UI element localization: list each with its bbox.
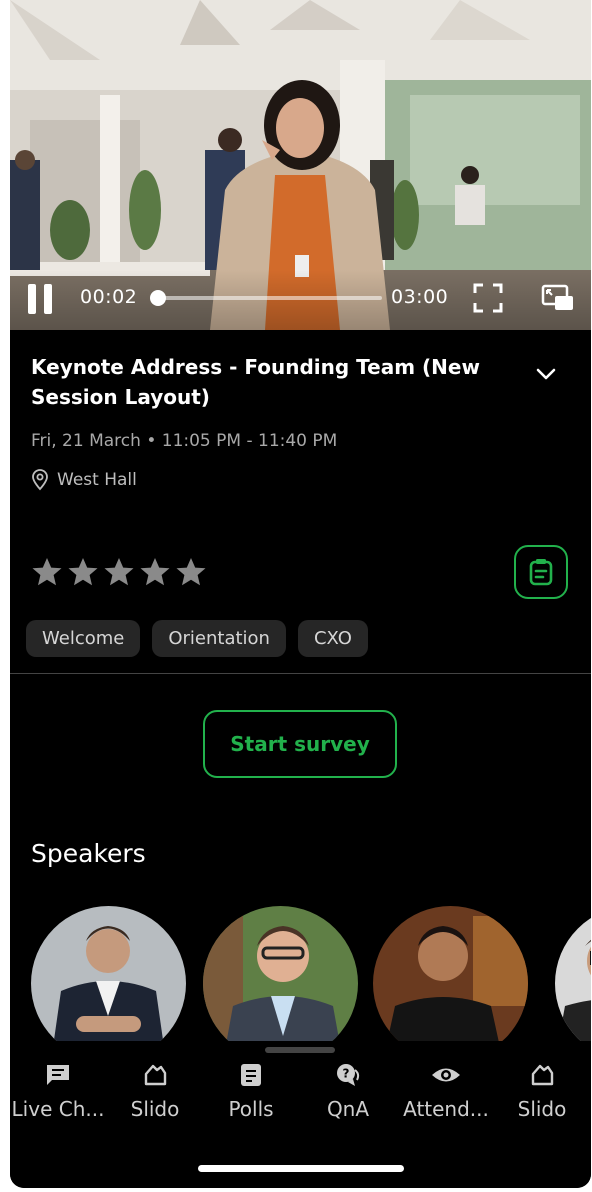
- current-time: 00:02: [80, 286, 138, 308]
- session-location: West Hall: [57, 470, 137, 490]
- nav-slido[interactable]: Slido: [492, 1062, 591, 1121]
- nav-live-chat[interactable]: Live Ch...: [10, 1062, 108, 1121]
- notes-icon: [529, 559, 553, 586]
- star-icon[interactable]: [67, 556, 99, 588]
- speaker-avatar[interactable]: [373, 906, 528, 1061]
- nav-label: Slido: [130, 1097, 180, 1121]
- nav-label: Slido: [517, 1097, 567, 1121]
- nav-polls[interactable]: Polls: [201, 1062, 301, 1121]
- qna-icon: ?: [337, 1064, 360, 1086]
- session-tags: Welcome Orientation CXO: [26, 620, 368, 657]
- tag-chip[interactable]: CXO: [297, 620, 368, 657]
- picture-in-picture-icon[interactable]: [541, 284, 575, 312]
- speakers-heading: Speakers: [31, 839, 146, 868]
- pause-button[interactable]: [28, 284, 54, 314]
- speaker-avatar[interactable]: [555, 906, 591, 1061]
- seek-bar[interactable]: [156, 296, 382, 300]
- nav-slido[interactable]: Slido: [105, 1062, 205, 1121]
- nav-label: QnA: [326, 1097, 370, 1121]
- nav-label: Live Ch...: [11, 1097, 105, 1121]
- drag-handle[interactable]: [265, 1047, 335, 1053]
- star-icon[interactable]: [103, 556, 135, 588]
- session-date-time: Fri, 21 March • 11:05 PM - 11:40 PM: [31, 431, 338, 451]
- tag-chip[interactable]: Welcome: [26, 620, 141, 657]
- nav-label: Attend...: [403, 1097, 489, 1121]
- home-indicator[interactable]: [198, 1165, 404, 1172]
- polls-icon: [241, 1064, 261, 1086]
- session-screen: 00:02 03:00 Keynote Address - Founding T…: [10, 0, 591, 1188]
- star-icon[interactable]: [139, 556, 171, 588]
- star-icon[interactable]: [31, 556, 63, 588]
- star-icon[interactable]: [175, 556, 207, 588]
- chevron-down-icon[interactable]: [535, 366, 557, 382]
- nav-qna[interactable]: ? QnA: [298, 1062, 398, 1121]
- chat-icon: [47, 1065, 69, 1085]
- rating-stars[interactable]: [31, 556, 207, 590]
- video-player[interactable]: [10, 0, 591, 330]
- section-divider: [10, 673, 591, 674]
- speaker-avatar[interactable]: [31, 906, 186, 1061]
- session-title: Keynote Address - Founding Team (New Ses…: [31, 355, 480, 409]
- nav-attendees[interactable]: Attend...: [396, 1062, 496, 1121]
- tag-chip[interactable]: Orientation: [152, 620, 286, 657]
- eye-icon: [432, 1068, 460, 1082]
- start-survey-button[interactable]: Start survey: [203, 710, 397, 778]
- speaker-avatar[interactable]: [203, 906, 358, 1061]
- nav-label: Polls: [228, 1097, 274, 1121]
- slido-icon: [531, 1064, 554, 1086]
- duration-time: 03:00: [391, 286, 449, 308]
- notes-button[interactable]: [514, 545, 568, 599]
- fullscreen-icon[interactable]: [473, 283, 503, 313]
- svg-text:?: ?: [343, 1067, 350, 1081]
- location-pin-icon: [32, 469, 48, 491]
- slido-icon: [144, 1064, 167, 1086]
